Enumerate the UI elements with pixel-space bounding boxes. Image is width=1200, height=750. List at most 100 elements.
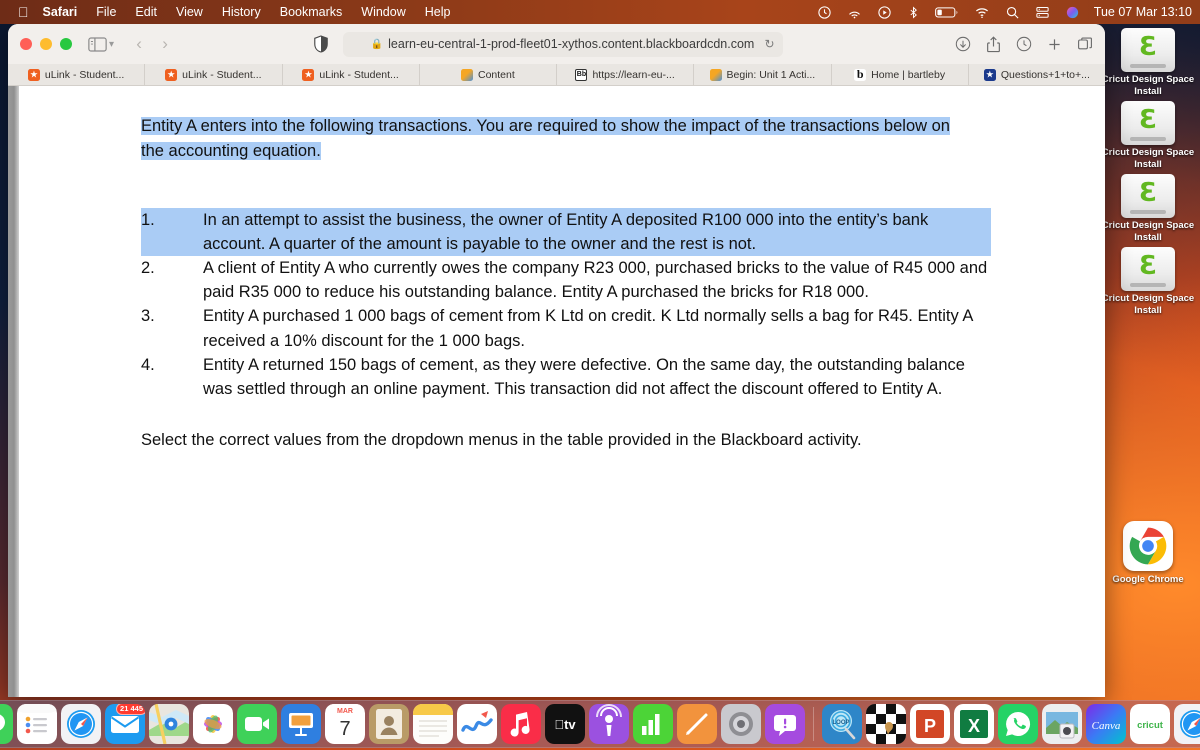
list-item-text: In an attempt to assist the business, th… bbox=[203, 208, 991, 257]
chrome-icon bbox=[1123, 520, 1173, 571]
apple-menu-icon[interactable]:  bbox=[18, 5, 29, 19]
dock-item-pages[interactable] bbox=[677, 704, 717, 744]
menu-item-history[interactable]: History bbox=[222, 5, 261, 19]
menu-item-help[interactable]: Help bbox=[425, 5, 451, 19]
dmg-icon: Ɛ bbox=[1121, 101, 1175, 146]
dock-item-contacts[interactable] bbox=[369, 704, 409, 744]
dock-item-cricut[interactable]: cricut bbox=[1130, 704, 1170, 744]
blackboard-icon: Bb bbox=[575, 68, 588, 81]
bluetooth-icon[interactable] bbox=[907, 5, 920, 20]
tab-overview-icon[interactable] bbox=[1077, 36, 1093, 52]
menubar-clock[interactable]: Tue 07 Mar 13:10 bbox=[1094, 5, 1192, 19]
tab-begin-unit-1[interactable]: Begin: Unit 1 Acti... bbox=[694, 64, 832, 85]
back-button[interactable]: ‹ bbox=[126, 34, 152, 54]
dock-item-numbers[interactable] bbox=[633, 704, 673, 744]
dock-item-freeform[interactable] bbox=[457, 704, 497, 744]
battery-icon[interactable] bbox=[934, 6, 959, 19]
dock-item-preview[interactable] bbox=[1042, 704, 1082, 744]
desktop-icon-chrome[interactable]: Google Chrome bbox=[1100, 520, 1196, 586]
dock-separator bbox=[813, 707, 814, 741]
desktop-icon-cricut-1[interactable]: Ɛ Cricut Design Space Install bbox=[1100, 28, 1196, 97]
stacks-icon[interactable] bbox=[1035, 5, 1050, 20]
desktop-icon-label: Cricut Design Space Install bbox=[1101, 147, 1195, 170]
questions-icon: ★ bbox=[983, 68, 996, 81]
document-left-gutter[interactable] bbox=[8, 86, 19, 697]
desktop-icon-cricut-2[interactable]: Ɛ Cricut Design Space Install bbox=[1100, 101, 1196, 170]
tab-ulink-1[interactable]: ★ uLink - Student... bbox=[8, 64, 146, 85]
dock-item-canva[interactable]: Canva bbox=[1086, 704, 1126, 744]
dock-item-keynote[interactable] bbox=[281, 704, 321, 744]
dock-item-podcasts[interactable] bbox=[589, 704, 629, 744]
dmg-icon: Ɛ bbox=[1121, 247, 1175, 292]
control-center-icon[interactable] bbox=[877, 5, 892, 20]
ulink-icon: ★ bbox=[302, 68, 315, 81]
dock-item-powerpoint[interactable]: P bbox=[910, 704, 950, 744]
chevron-down-icon[interactable]: ▾ bbox=[109, 39, 114, 50]
dock-item-calendar[interactable]: MAR 7 bbox=[325, 704, 365, 744]
wifi-icon[interactable] bbox=[974, 5, 990, 20]
privacy-shield-icon[interactable] bbox=[313, 35, 329, 53]
address-bar[interactable]: 🔒 learn-eu-central-1-prod-fleet01-xythos… bbox=[342, 31, 783, 57]
tab-questions[interactable]: ★ Questions+1+to+... bbox=[969, 64, 1105, 85]
menu-item-file[interactable]: File bbox=[96, 5, 116, 19]
dock-item-facetime[interactable] bbox=[237, 704, 277, 744]
browser-toolbar: ▾ ‹ › 🔒 learn-eu-central-1-prod-fleet01-… bbox=[8, 24, 1105, 64]
tab-content[interactable]: Content bbox=[420, 64, 557, 85]
menu-item-safari[interactable]: Safari bbox=[43, 5, 78, 19]
tab-ulink-3[interactable]: ★ uLink - Student... bbox=[283, 64, 420, 85]
dock-item-system-settings[interactable] bbox=[721, 704, 761, 744]
dock-item-music[interactable] bbox=[501, 704, 541, 744]
dock-item-safari[interactable] bbox=[61, 704, 101, 744]
reload-icon[interactable]: ↻ bbox=[764, 37, 774, 51]
menu-item-window[interactable]: Window bbox=[361, 5, 405, 19]
svg-text:Canva: Canva bbox=[1092, 720, 1121, 732]
dock-item-excel[interactable]: X bbox=[954, 704, 994, 744]
desktop-icon-label: Cricut Design Space Install bbox=[1101, 74, 1195, 97]
dock-item-notes[interactable] bbox=[413, 704, 453, 744]
tab-label: Home | bartleby bbox=[871, 68, 946, 81]
dock-item-maps[interactable] bbox=[149, 704, 189, 744]
forward-button[interactable]: › bbox=[152, 34, 178, 54]
sidebar-icon[interactable] bbox=[88, 36, 107, 52]
history-icon[interactable] bbox=[1016, 36, 1032, 52]
minimize-window-button[interactable] bbox=[40, 38, 52, 50]
dock-item-messages[interactable] bbox=[0, 704, 13, 744]
dock-item-feedback[interactable] bbox=[765, 704, 805, 744]
dock-item-chess[interactable] bbox=[866, 704, 906, 744]
document-intro-paragraph: Entity A enters into the following trans… bbox=[141, 114, 971, 164]
tab-learn-eu[interactable]: Bb https://learn-eu-... bbox=[557, 64, 695, 85]
dock-item-lollipop[interactable]: LOOP bbox=[822, 704, 862, 744]
spotlight-search-icon[interactable] bbox=[1005, 5, 1020, 20]
dock-item-whatsapp[interactable] bbox=[998, 704, 1038, 744]
time-machine-icon[interactable] bbox=[817, 5, 832, 20]
dock-item-safari-downloads[interactable]: 0 bbox=[1174, 704, 1200, 744]
screen-mirroring-icon[interactable] bbox=[847, 5, 862, 20]
content-icon bbox=[460, 68, 473, 81]
svg-text:cricut: cricut bbox=[1137, 720, 1164, 731]
menu-item-view[interactable]: View bbox=[176, 5, 203, 19]
dock-item-reminders[interactable] bbox=[17, 704, 57, 744]
desktop-icon-cricut-4[interactable]: Ɛ Cricut Design Space Install bbox=[1100, 247, 1196, 316]
dock-item-appletv[interactable]: tv bbox=[545, 704, 585, 744]
desktop-icon-cricut-3[interactable]: Ɛ Cricut Design Space Install bbox=[1100, 174, 1196, 243]
svg-text:P: P bbox=[924, 716, 936, 736]
menu-item-bookmarks[interactable]: Bookmarks bbox=[280, 5, 343, 19]
tab-label: Content bbox=[477, 68, 515, 81]
content-icon bbox=[709, 68, 722, 81]
window-traffic-lights bbox=[20, 38, 72, 50]
tab-label: Begin: Unit 1 Acti... bbox=[726, 68, 816, 81]
dock-item-photos[interactable] bbox=[193, 704, 233, 744]
menu-item-edit[interactable]: Edit bbox=[135, 5, 157, 19]
tab-bartleby[interactable]: b Home | bartleby bbox=[832, 64, 969, 85]
svg-text:LOOP: LOOP bbox=[832, 720, 849, 726]
desktop-icon-label: Cricut Design Space Install bbox=[1101, 293, 1195, 317]
share-icon[interactable] bbox=[986, 35, 1001, 53]
page-viewport: Entity A enters into the following trans… bbox=[8, 86, 1105, 697]
download-icon[interactable] bbox=[955, 36, 971, 52]
new-tab-icon[interactable] bbox=[1047, 37, 1062, 52]
maximize-window-button[interactable] bbox=[60, 38, 72, 50]
close-window-button[interactable] bbox=[20, 38, 32, 50]
dock-item-mail[interactable]: 21 445 bbox=[105, 704, 145, 744]
tab-ulink-2[interactable]: ★ uLink - Student... bbox=[145, 64, 283, 85]
siri-icon[interactable] bbox=[1065, 5, 1080, 20]
